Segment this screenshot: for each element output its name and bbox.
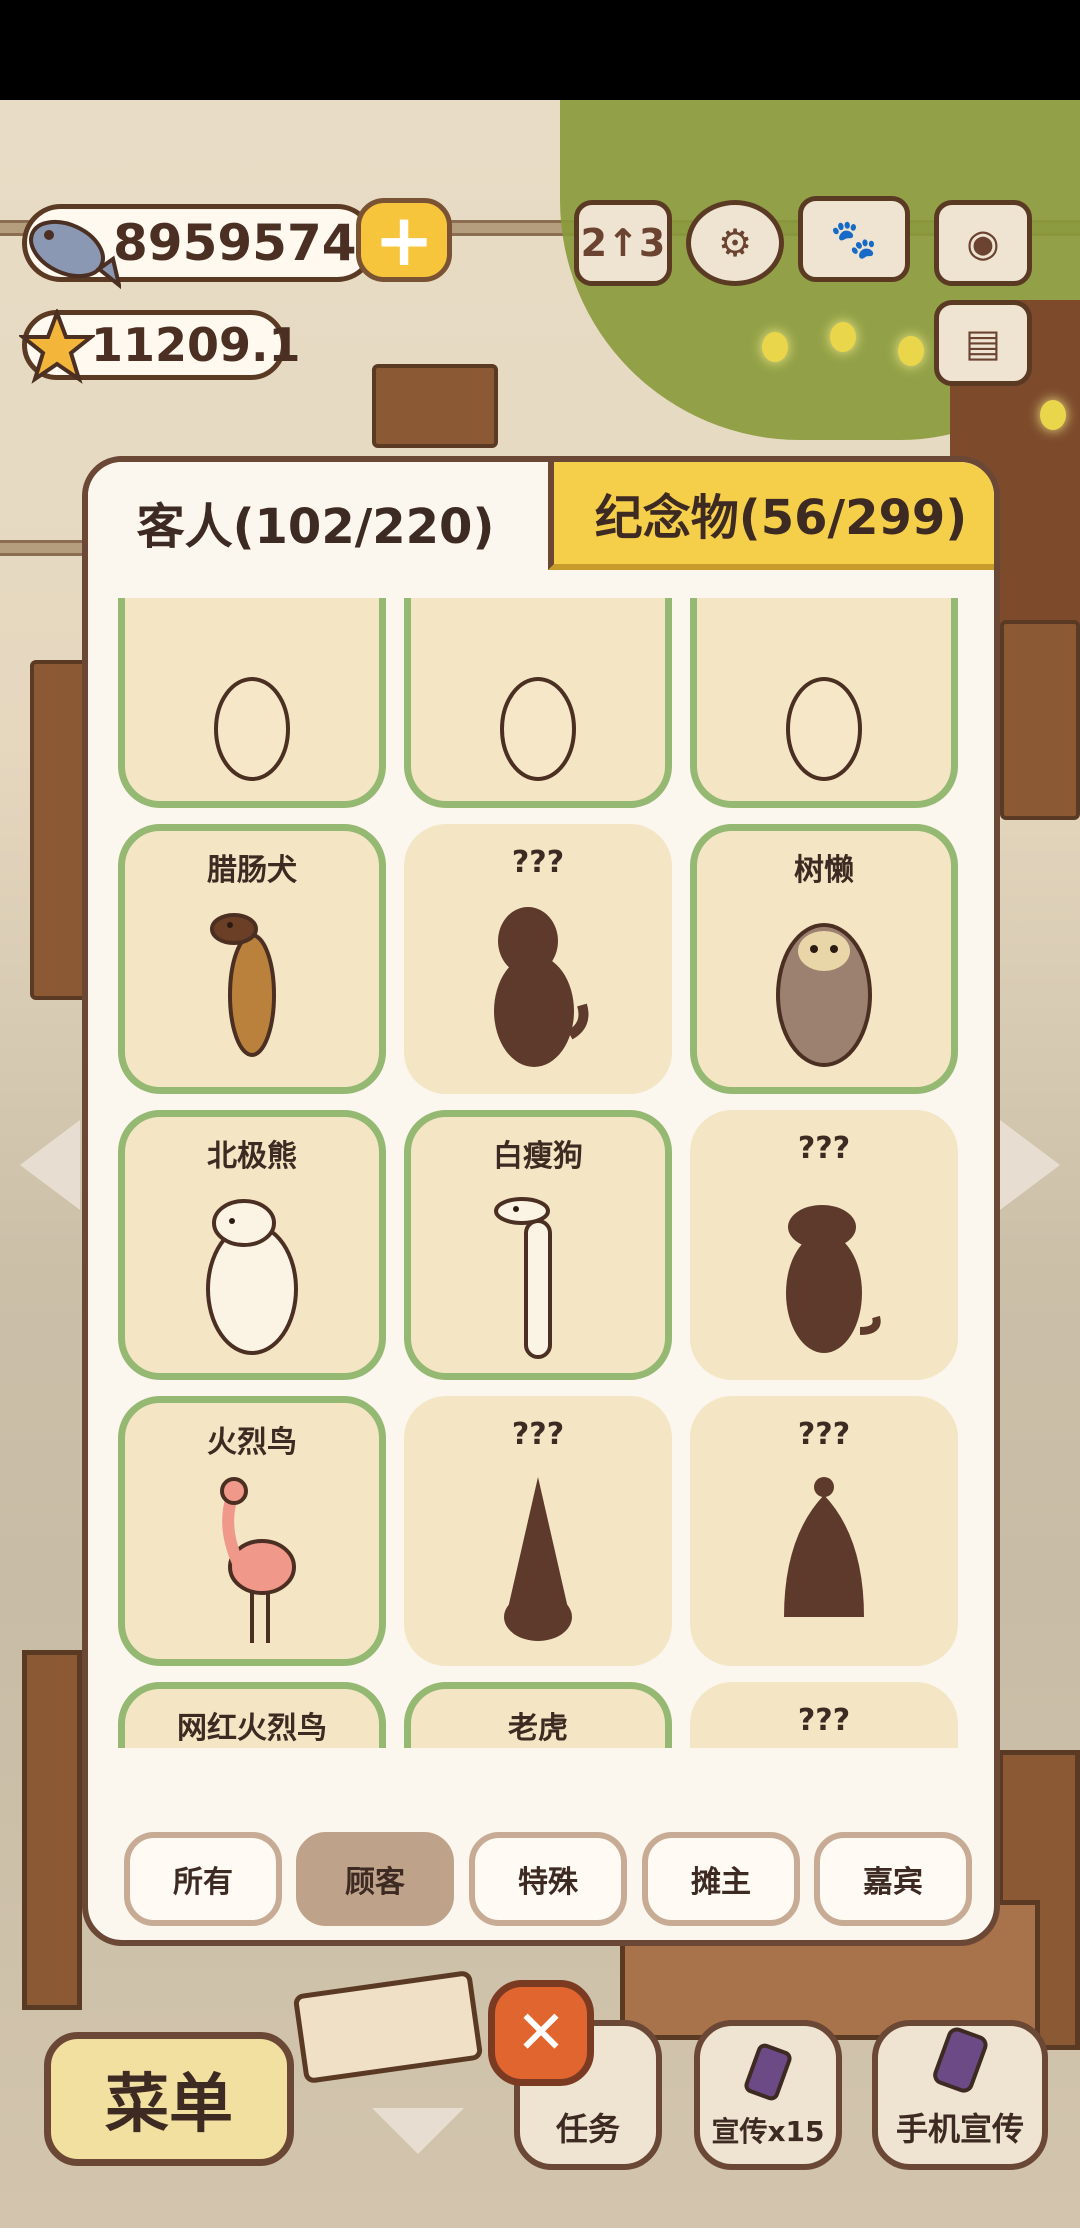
guest-name: 老虎	[508, 1711, 568, 1746]
phone-promo-icon	[933, 2027, 988, 2093]
menu-label: 菜单	[105, 2068, 233, 2142]
guest-portrait-icon	[192, 895, 312, 1075]
string-light	[762, 332, 788, 362]
locked-guest-card[interactable]: ???	[404, 824, 672, 1094]
locked-guest-card[interactable]: ???	[404, 1396, 672, 1666]
guest-name: ???	[511, 1417, 565, 1452]
star-count: 11209.1	[91, 318, 301, 372]
guest-portrait-icon	[478, 609, 598, 789]
filter-special-button[interactable]: 特殊	[469, 1832, 627, 1926]
christmas-rug	[292, 1969, 484, 2085]
guest-portrait-icon	[764, 609, 884, 789]
notice-board-icon: ▤	[965, 321, 1001, 365]
fish-icon	[29, 219, 121, 289]
guest-card[interactable]: 树懒	[690, 824, 958, 1094]
guest-name: ???	[797, 1417, 851, 1452]
left-shelf	[30, 660, 90, 1000]
filter-vendor-button[interactable]: 摊主	[642, 1832, 800, 1926]
guest-portrait-icon	[192, 1181, 312, 1361]
guest-card[interactable]: 老虎	[404, 1682, 672, 1748]
fish-count: 8959574	[113, 214, 357, 272]
camera-button[interactable]: ◉	[934, 200, 1032, 286]
star-rating-counter: 11209.1	[19, 309, 301, 384]
filter-all-button[interactable]: 所有	[124, 1832, 282, 1926]
guest-silhouette-icon	[478, 895, 598, 1075]
string-light	[1040, 400, 1066, 430]
guest-portrait-icon	[192, 1467, 312, 1647]
filter-bar: 所有 顾客 特殊 摊主 嘉宾	[124, 1832, 972, 1926]
close-icon: ✕	[515, 1998, 567, 2068]
phone-promo-button[interactable]: 手机宣传	[872, 2020, 1048, 2170]
promo-phone-icon	[744, 2043, 792, 2101]
guest-card[interactable]: 网红火烈鸟	[118, 1682, 386, 1748]
tab-souvenirs-label: 纪念物(56/299)	[594, 490, 968, 546]
menu-button[interactable]: 菜单	[44, 2032, 294, 2166]
ranking-icon: 2↑3	[580, 221, 666, 265]
guest-card[interactable]: 火烈鸟	[118, 1396, 386, 1666]
cat-statue-stand	[372, 364, 498, 448]
phone-promo-label: 手机宣传	[895, 2110, 1024, 2148]
locked-guest-card[interactable]: ???	[690, 1110, 958, 1380]
promo-label: 宣传x15	[711, 2115, 825, 2148]
camera-icon: ◉	[966, 221, 1000, 265]
plus-icon: +	[373, 198, 435, 282]
locked-guest-card[interactable]: ???	[690, 1396, 958, 1666]
guest-silhouette-icon	[478, 1467, 598, 1647]
guest-name: 网红火烈鸟	[177, 1711, 327, 1746]
paw-book-icon: 🐾	[830, 216, 878, 261]
guest-portrait-icon	[764, 895, 884, 1075]
guest-card[interactable]: 腊肠犬	[118, 824, 386, 1094]
fish-currency-counter: 8959574	[22, 204, 376, 289]
string-light	[898, 336, 924, 366]
settings-button[interactable]: ⚙	[686, 200, 784, 286]
tab-guests-label: 客人(102/220)	[136, 499, 495, 555]
guest-portrait-icon	[478, 1181, 598, 1361]
guest-name: 腊肠犬	[207, 853, 297, 888]
guest-silhouette-icon	[764, 1467, 884, 1647]
promo-button[interactable]: 宣传x15	[694, 2020, 842, 2170]
status-bar	[0, 0, 1080, 100]
guest-card[interactable]	[404, 598, 672, 808]
right-shelf	[1000, 620, 1080, 820]
string-light	[830, 322, 856, 352]
guest-name: ???	[797, 1131, 851, 1166]
tab-souvenirs[interactable]: 纪念物(56/299)	[548, 462, 994, 570]
add-fish-button[interactable]: +	[356, 198, 452, 282]
ranking-button[interactable]: 2↑3	[574, 200, 672, 286]
guest-portrait-icon	[192, 609, 312, 789]
notice-board-button[interactable]: ▤	[934, 300, 1032, 386]
guest-name: ???	[511, 845, 565, 880]
guest-card[interactable]: 白瘦狗	[404, 1110, 672, 1380]
guest-card[interactable]	[690, 598, 958, 808]
task-label: 任务	[555, 2110, 620, 2148]
filter-guest-button[interactable]: 嘉宾	[814, 1832, 972, 1926]
star-icon	[19, 309, 95, 384]
collection-book-button[interactable]: 🐾	[798, 196, 910, 282]
guest-name: 树懒	[794, 853, 854, 888]
guest-name: 白瘦狗	[493, 1139, 583, 1174]
filter-customer-button[interactable]: 顾客	[296, 1832, 454, 1926]
settings-gear-icon: ⚙	[717, 221, 753, 265]
guest-silhouette-icon	[764, 1181, 884, 1361]
collapse-arrow-icon[interactable]	[372, 2108, 464, 2154]
close-button[interactable]: ✕	[488, 1980, 594, 2086]
guest-name: 北极熊	[207, 1139, 297, 1174]
guest-card[interactable]	[118, 598, 386, 808]
guest-name: 火烈鸟	[207, 1425, 297, 1460]
collection-modal: 客人(102/220) 纪念物(56/299) 腊肠犬??? 树懒北极熊 白瘦狗??…	[82, 456, 1000, 1946]
guest-card[interactable]: 北极熊	[118, 1110, 386, 1380]
tab-guests[interactable]: 客人(102/220)	[88, 462, 543, 582]
guest-name: ???	[797, 1703, 851, 1738]
guest-grid: 腊肠犬??? 树懒北极熊 白瘦狗??? 火烈鸟?????? 网红火烈鸟 老虎???	[118, 598, 976, 1748]
locked-guest-card[interactable]: ???	[690, 1682, 958, 1748]
left-counter	[22, 1650, 82, 2010]
